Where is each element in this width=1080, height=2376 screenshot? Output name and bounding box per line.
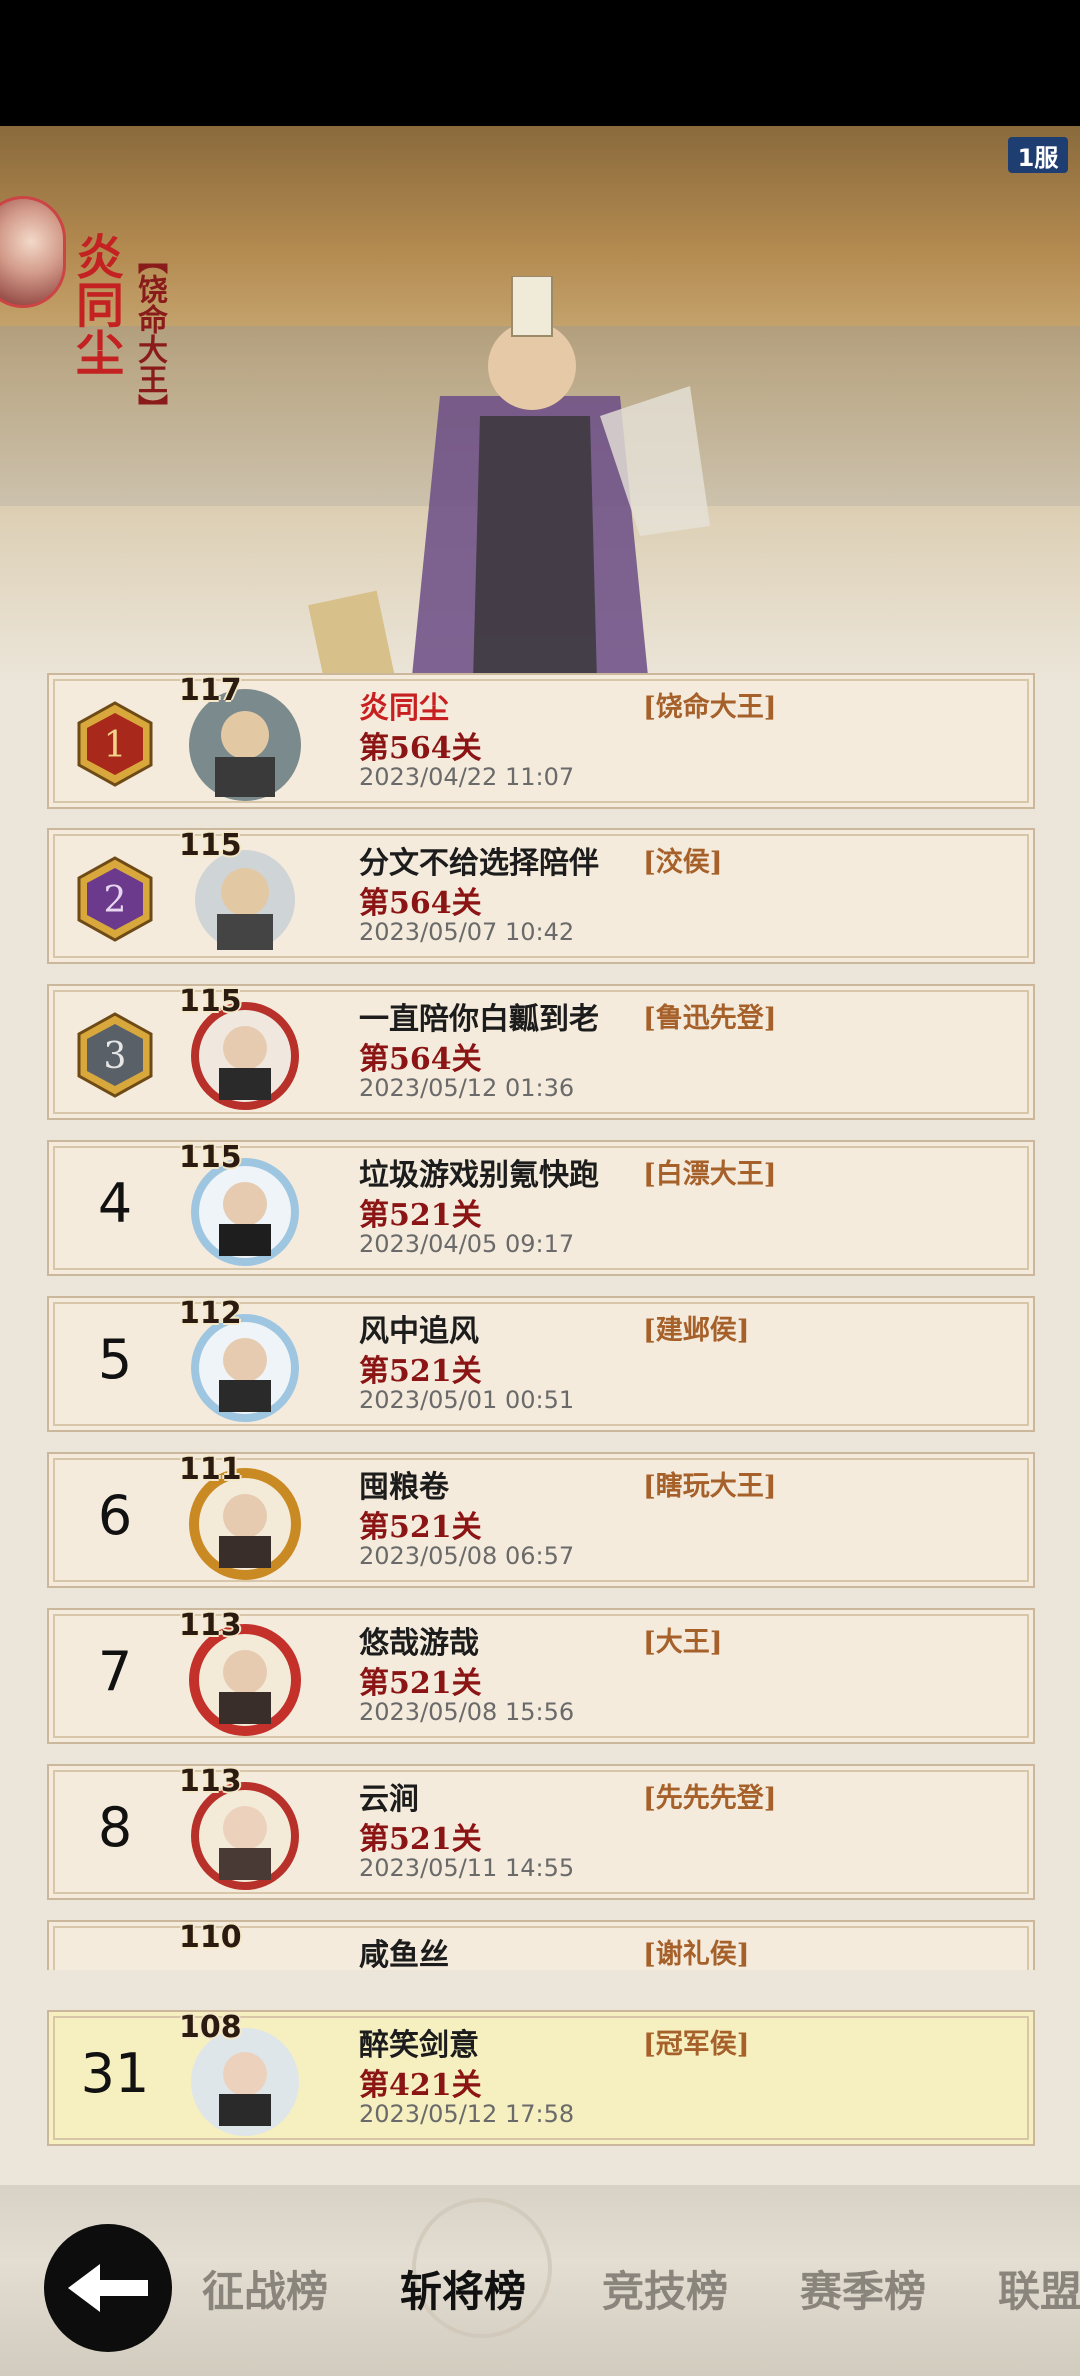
timestamp: 2023/05/08 15:56	[359, 1698, 575, 1726]
timestamp: 2023/05/08 06:57	[359, 1542, 575, 1570]
ranking-row[interactable]: 110 咸鱼丝 [谢礼侯]	[47, 1920, 1035, 1970]
player-level: 117	[179, 673, 242, 708]
ranking-row[interactable]: 2 115 分文不给选择陪伴 [洨侯] 第564关 2023/05/07 10:…	[47, 828, 1035, 964]
ranking-row[interactable]: 3 115 一直陪你白瓤到老 [鲁迅先登] 第564关 2023/05/12 0…	[47, 984, 1035, 1120]
player-name: 垃圾游戏别氪快跑	[359, 1158, 599, 1193]
player-level: 113	[179, 1764, 242, 1799]
player-level: 108	[179, 2010, 242, 2045]
slate-rank-badge-icon: 3	[77, 1012, 153, 1098]
player-title: [先先先登]	[643, 1783, 777, 1814]
player-title: [洨侯]	[643, 847, 723, 878]
player-name: 醉笑剑意	[359, 2028, 479, 2063]
player-name: 炎同尘	[359, 691, 449, 726]
stage-progress: 第521关	[359, 1354, 482, 1389]
stage-progress: 第564关	[359, 1042, 482, 1077]
rank-number: 8	[97, 1796, 133, 1859]
ranking-row[interactable]: 1 117 炎同尘 [饶命大王] 第564关 2023/04/22 11:07	[47, 673, 1035, 809]
timestamp: 2023/04/05 09:17	[359, 1230, 575, 1258]
player-level: 115	[179, 984, 242, 1019]
player-name: 悠哉游哉	[359, 1626, 479, 1661]
stage-progress: 第421关	[359, 2068, 482, 2103]
timestamp: 2023/05/01 00:51	[359, 1386, 575, 1414]
server-badge[interactable]: 1服	[1008, 137, 1068, 173]
tab-campaign-ranking[interactable]: 征战榜	[202, 2258, 328, 2319]
arrow-left-icon	[68, 2264, 148, 2312]
timestamp: 2023/05/12 17:58	[359, 2100, 575, 2128]
status-bar	[0, 0, 1080, 126]
stage-progress: 第521关	[359, 1510, 482, 1545]
ranking-row[interactable]: 7 113 悠哉游哉 [大王] 第521关 2023/05/08 15:56	[47, 1608, 1035, 1744]
stage-progress: 第564关	[359, 886, 482, 921]
my-rank-number: 31	[80, 2042, 150, 2105]
top-player-name: 炎同尘	[67, 232, 123, 376]
ranking-row[interactable]: 8 113 云涧 [先先先登] 第521关 2023/05/11 14:55	[47, 1764, 1035, 1900]
stage-progress: 第521关	[359, 1666, 482, 1701]
rank-number: 1	[104, 725, 127, 766]
timestamp: 2023/05/07 10:42	[359, 918, 575, 946]
purple-rank-badge-icon: 2	[77, 856, 153, 942]
player-title: [白漂大王]	[643, 1159, 777, 1190]
player-name: 云涧	[359, 1782, 419, 1817]
timestamp: 2023/05/12 01:36	[359, 1074, 575, 1102]
stage-progress: 第564关	[359, 731, 482, 766]
player-name: 咸鱼丝	[359, 1938, 449, 1970]
gold-rank-badge-icon: 1	[77, 701, 153, 787]
player-title: [鲁迅先登]	[643, 1003, 777, 1034]
tab-general-slay-ranking[interactable]: 斩将榜	[400, 2258, 526, 2319]
player-name: 风中追风	[359, 1314, 479, 1349]
tab-alliance-ranking[interactable]: 联盟	[998, 2258, 1080, 2318]
my-ranking-row[interactable]: 31 108 醉笑剑意 [冠军侯] 第421关 2023/05/12 17:58	[47, 2010, 1035, 2146]
rank-number: 2	[104, 880, 127, 921]
player-title: [饶命大王]	[643, 692, 777, 723]
rank-number: 4	[97, 1172, 133, 1235]
ranking-row[interactable]: 6 111 囤粮卷 [瞎玩大王] 第521关 2023/05/08 06:57	[47, 1452, 1035, 1588]
stage-progress: 第521关	[359, 1822, 482, 1857]
top-player-title: 【饶命大王】	[132, 244, 167, 424]
player-level: 111	[179, 1452, 242, 1487]
player-name: 分文不给选择陪伴	[359, 846, 599, 881]
player-level: 115	[179, 1140, 242, 1175]
tab-clip: 联盟	[998, 2258, 1080, 2318]
tab-arena-ranking[interactable]: 竞技榜	[602, 2258, 728, 2319]
rank-number: 6	[97, 1484, 133, 1547]
timestamp: 2023/05/11 14:55	[359, 1854, 575, 1882]
player-title: [谢礼侯]	[643, 1939, 750, 1970]
back-button[interactable]	[44, 2224, 172, 2352]
tab-season-ranking[interactable]: 赛季榜	[800, 2258, 926, 2319]
top-player-avatar[interactable]	[0, 196, 66, 308]
ranking-row[interactable]: 5 112 风中追风 [建邺侯] 第521关 2023/05/01 00:51	[47, 1296, 1035, 1432]
player-title: [冠军侯]	[643, 2029, 750, 2060]
player-level: 113	[179, 1608, 242, 1643]
timestamp: 2023/04/22 11:07	[359, 763, 575, 791]
player-level: 110	[179, 1920, 242, 1955]
ranking-row[interactable]: 4 115 垃圾游戏别氪快跑 [白漂大王] 第521关 2023/04/05 0…	[47, 1140, 1035, 1276]
player-name: 一直陪你白瓤到老	[359, 1002, 599, 1037]
player-title: [建邺侯]	[643, 1315, 750, 1346]
player-title: [大王]	[643, 1627, 723, 1658]
list-viewport-clip: 110 咸鱼丝 [谢礼侯]	[0, 1918, 1080, 1970]
player-level: 115	[179, 828, 242, 863]
player-level: 112	[179, 1296, 242, 1331]
rank-number: 7	[97, 1640, 133, 1703]
player-title: [瞎玩大王]	[643, 1471, 777, 1502]
hero-portrait	[308, 276, 710, 686]
stage-progress: 第521关	[359, 1198, 482, 1233]
rank-number: 5	[97, 1328, 133, 1391]
rank-number: 3	[104, 1036, 127, 1077]
player-name: 囤粮卷	[359, 1470, 449, 1505]
